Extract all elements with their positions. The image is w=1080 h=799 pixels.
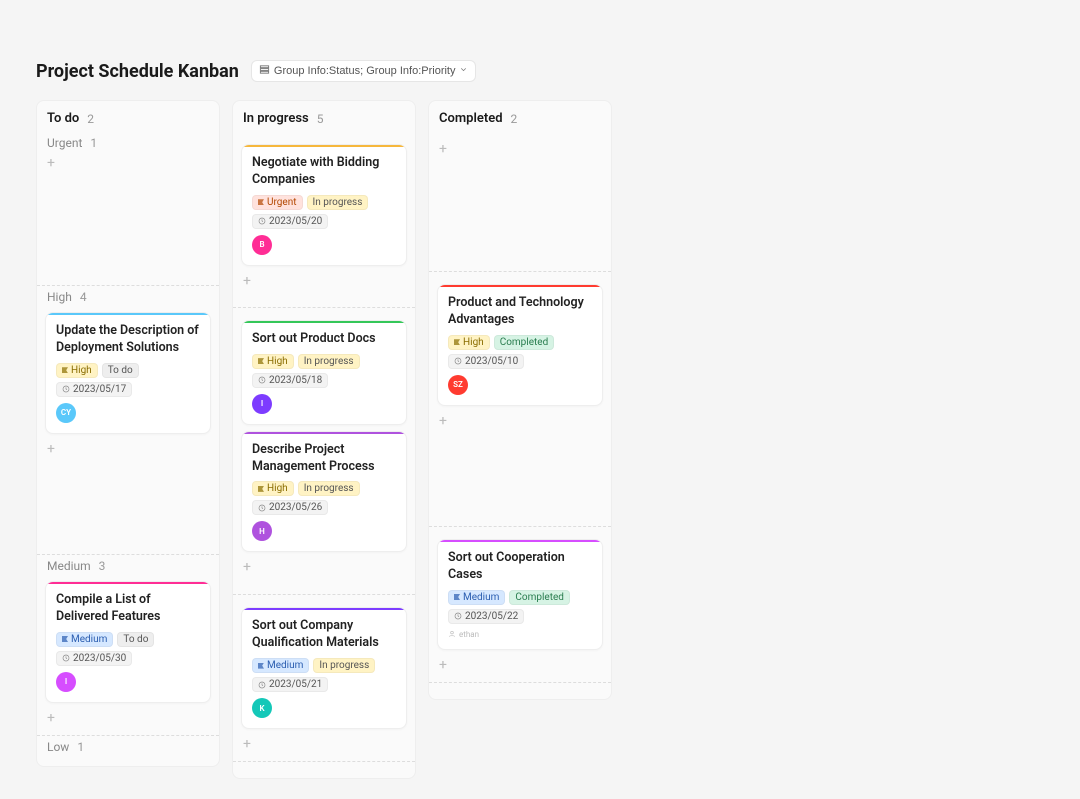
priority-tag: High	[252, 481, 294, 496]
date-tag: 2023/05/17	[56, 382, 132, 397]
date-tag: 2023/05/26	[252, 500, 328, 515]
column-completed: Completed 2 + Product and Technology Adv…	[428, 100, 612, 700]
status-tag: Completed	[494, 335, 555, 350]
add-card-button[interactable]: +	[233, 272, 415, 294]
priority-tag: High	[56, 363, 98, 378]
card-title: Update the Description of Deployment Sol…	[56, 323, 200, 357]
chevron-down-icon	[459, 65, 468, 77]
date-tag: 2023/05/22	[448, 609, 524, 624]
status-tag: To do	[102, 363, 139, 378]
priority-tag: Medium	[448, 590, 505, 605]
priority-header-low	[233, 761, 415, 770]
card-title: Negotiate with Bidding Companies	[252, 155, 396, 189]
board-header: Project Schedule Kanban Group Info:Statu…	[36, 60, 1044, 82]
card[interactable]: Sort out Company Qualification Materials…	[241, 607, 407, 729]
clock-icon	[62, 385, 70, 393]
group-by-label: Group Info:Status; Group Info:Priority	[274, 65, 456, 77]
status-tag: In progress	[307, 195, 369, 210]
clock-icon	[258, 681, 266, 689]
date-tag: 2023/05/30	[56, 651, 132, 666]
priority-header-urgent	[429, 132, 611, 140]
priority-header-low: Low 1	[37, 735, 219, 758]
priority-tag: Medium	[56, 632, 113, 647]
status-tag: To do	[117, 632, 154, 647]
column-title: In progress	[243, 111, 309, 126]
card-title: Sort out Company Qualification Materials	[252, 618, 396, 652]
group-by-button[interactable]: Group Info:Status; Group Info:Priority	[251, 60, 477, 82]
priority-header-high	[429, 271, 611, 280]
card[interactable]: Describe Project Management Process High…	[241, 431, 407, 553]
card[interactable]: Sort out Cooperation Cases Medium Comple…	[437, 539, 603, 650]
column-count: 5	[317, 112, 324, 126]
avatar: H	[252, 521, 272, 541]
add-card-button[interactable]: +	[429, 656, 611, 678]
priority-tag: High	[252, 354, 294, 369]
priority-header-low	[429, 682, 611, 691]
card-title: Compile a List of Delivered Features	[56, 592, 200, 626]
card[interactable]: Sort out Product Docs High In progress 2…	[241, 320, 407, 425]
clock-icon	[258, 217, 266, 225]
avatar: B	[252, 235, 272, 255]
column-header: To do 2	[37, 101, 219, 132]
add-card-button[interactable]: +	[233, 735, 415, 757]
add-card-button[interactable]: +	[37, 154, 219, 176]
clock-icon	[62, 654, 70, 662]
card[interactable]: Product and Technology Advantages High C…	[437, 284, 603, 406]
user-icon	[448, 630, 456, 638]
clock-icon	[258, 376, 266, 384]
add-card-button[interactable]: +	[429, 412, 611, 434]
date-tag: 2023/05/20	[252, 214, 328, 229]
card[interactable]: Update the Description of Deployment Sol…	[45, 312, 211, 434]
priority-header-medium: Medium 3	[37, 554, 219, 577]
priority-header-medium	[429, 526, 611, 535]
avatar: I	[56, 672, 76, 692]
add-card-button[interactable]: +	[233, 558, 415, 580]
add-card-button[interactable]: +	[429, 140, 611, 162]
avatar: K	[252, 698, 272, 718]
card[interactable]: Negotiate with Bidding Companies Urgent …	[241, 144, 407, 266]
status-tag: Completed	[509, 590, 570, 605]
card-title: Product and Technology Advantages	[448, 295, 592, 329]
board: Project Schedule Kanban Group Info:Statu…	[0, 0, 1080, 799]
priority-tag: High	[448, 335, 490, 350]
card-title: Sort out Product Docs	[252, 331, 396, 348]
priority-header-urgent: Urgent 1	[37, 132, 219, 154]
group-icon	[259, 64, 270, 78]
avatar: CY	[56, 403, 76, 423]
clock-icon	[454, 357, 462, 365]
card-title: Sort out Cooperation Cases	[448, 550, 592, 584]
add-card-button[interactable]: +	[37, 709, 219, 731]
priority-header-medium	[233, 594, 415, 603]
status-tag: In progress	[298, 354, 360, 369]
columns-row: To do 2 Urgent 1 + High 4 Update the Des…	[36, 100, 1044, 779]
date-tag: 2023/05/21	[252, 677, 328, 692]
priority-tag: Medium	[252, 658, 309, 673]
priority-header-high	[233, 307, 415, 316]
column-title: To do	[47, 111, 79, 126]
column-inprogress: In progress 5 Negotiate with Bidding Com…	[232, 100, 416, 779]
column-count: 2	[87, 112, 94, 126]
card[interactable]: Compile a List of Delivered Features Med…	[45, 581, 211, 703]
status-tag: In progress	[298, 481, 360, 496]
date-tag: 2023/05/10	[448, 354, 524, 369]
column-title: Completed	[439, 111, 503, 126]
card-title: Describe Project Management Process	[252, 442, 396, 476]
date-tag: 2023/05/18	[252, 373, 328, 388]
avatar: I	[252, 394, 272, 414]
priority-header-high: High 4	[37, 285, 219, 308]
avatar: SZ	[448, 375, 468, 395]
column-count: 2	[511, 112, 518, 126]
column-todo: To do 2 Urgent 1 + High 4 Update the Des…	[36, 100, 220, 767]
clock-icon	[258, 504, 266, 512]
board-title: Project Schedule Kanban	[36, 61, 239, 82]
clock-icon	[454, 612, 462, 620]
add-card-button[interactable]: +	[37, 440, 219, 462]
status-tag: In progress	[313, 658, 375, 673]
priority-tag: Urgent	[252, 195, 303, 210]
column-header: In progress 5	[233, 101, 415, 132]
priority-header-urgent	[233, 132, 415, 140]
column-header: Completed 2	[429, 101, 611, 132]
creator-label: ethan	[448, 630, 592, 639]
